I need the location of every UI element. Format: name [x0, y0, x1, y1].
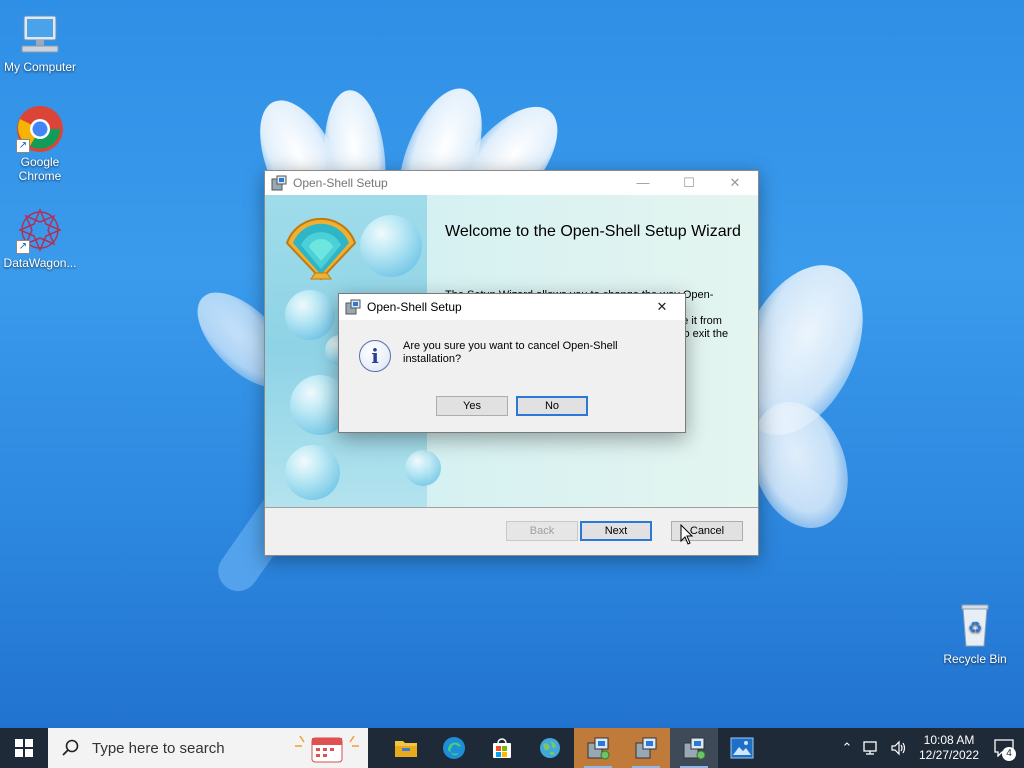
maximize-button[interactable]: ☐ — [666, 171, 712, 195]
taskbar-setup-instance-3[interactable] — [670, 728, 718, 768]
computer-icon — [16, 10, 64, 58]
taskbar-setup-instance-1[interactable] — [574, 728, 622, 768]
taskbar-edge[interactable] — [430, 728, 478, 768]
taskbar-setup-instance-2[interactable] — [622, 728, 670, 768]
mouse-cursor-icon — [680, 524, 694, 545]
photos-icon — [730, 737, 754, 759]
taskbar-globe-app[interactable] — [526, 728, 574, 768]
bubble-graphic — [360, 215, 422, 277]
search-icon — [62, 739, 79, 756]
desktop-icon-datawagon[interactable]: ↗ DataWagon... — [0, 206, 80, 270]
footer-separator — [265, 507, 758, 508]
windows-logo-icon — [15, 739, 33, 757]
calendar-highlight-icon — [295, 735, 359, 763]
dialog-message: Are you sure you want to cancel Open-She… — [403, 340, 618, 365]
volume-icon[interactable] — [890, 740, 908, 756]
taskbar-photos[interactable] — [718, 728, 766, 768]
desktop-icon-label: My Computer — [3, 60, 77, 74]
taskbar: Type here to search ⌃ 10:08 AM 12/27/202… — [0, 728, 1024, 768]
desktop-icon-label: Recycle Bin — [943, 652, 1007, 666]
installer-icon — [345, 299, 361, 315]
bubble-graphic — [285, 290, 335, 340]
dialog-title: Open-Shell Setup — [367, 300, 462, 314]
clock-time: 10:08 AM — [923, 733, 975, 747]
next-button[interactable]: Next — [580, 521, 652, 541]
taskbar-file-explorer[interactable] — [382, 728, 430, 768]
installer-icon — [635, 737, 657, 759]
folder-icon — [395, 741, 417, 757]
dialog-titlebar[interactable]: Open-Shell Setup ✕ — [339, 294, 685, 320]
svg-text:♻: ♻ — [968, 618, 982, 637]
no-button[interactable]: No — [516, 396, 588, 416]
network-icon[interactable] — [862, 740, 880, 756]
installer-icon — [683, 737, 706, 760]
globe-icon — [540, 738, 560, 758]
start-button[interactable] — [0, 728, 48, 768]
datawagon-icon: ↗ — [16, 206, 64, 254]
desktop-icon-label: Google Chrome — [18, 155, 62, 183]
chrome-icon: ↗ — [16, 105, 64, 153]
taskbar-search-box[interactable]: Type here to search — [48, 728, 368, 768]
edge-icon — [443, 737, 465, 759]
yes-button[interactable]: Yes — [436, 396, 508, 416]
setup-window-title: Open-Shell Setup — [293, 176, 388, 190]
store-icon — [493, 738, 511, 758]
back-button[interactable]: Back — [506, 521, 578, 541]
installer-icon — [587, 737, 610, 760]
installer-icon — [271, 175, 287, 191]
desktop-icon-label: DataWagon... — [3, 256, 77, 270]
shortcut-arrow-icon: ↗ — [16, 240, 30, 254]
dialog-close-button[interactable]: ✕ — [639, 295, 685, 319]
recycle-bin-icon: ♻ — [951, 602, 999, 650]
setup-window-titlebar[interactable]: Open-Shell Setup — ☐ ✕ — [265, 171, 758, 195]
close-button[interactable]: ✕ — [712, 171, 758, 195]
dialog-body: i Are you sure you want to cancel Open-S… — [339, 320, 685, 432]
minimize-button[interactable]: — — [620, 171, 666, 195]
desktop-icon-recycle-bin[interactable]: ♻ Recycle Bin — [935, 602, 1015, 666]
desktop-icon-google-chrome[interactable]: ↗ Google Chrome — [0, 105, 80, 183]
desktop-icon-my-computer[interactable]: My Computer — [0, 10, 80, 74]
clock-date: 12/27/2022 — [918, 748, 980, 762]
open-shell-logo-icon — [285, 217, 357, 281]
system-tray: ⌃ 10:08 AM 12/27/2022 4 — [836, 728, 1024, 768]
wizard-heading: Welcome to the Open-Shell Setup Wizard — [445, 223, 741, 240]
chevron-up-icon[interactable]: ⌃ — [836, 740, 858, 756]
system-clock[interactable]: 10:08 AM 12/27/2022 — [914, 733, 984, 763]
bubble-graphic — [285, 445, 340, 500]
bubble-graphic — [405, 450, 441, 486]
search-placeholder: Type here to search — [92, 739, 225, 757]
information-icon: i — [359, 340, 391, 372]
cancel-confirm-dialog: Open-Shell Setup ✕ i Are you sure you wa… — [338, 293, 686, 433]
notification-badge: 4 — [1002, 747, 1016, 761]
taskbar-store[interactable] — [478, 728, 526, 768]
action-center-button[interactable]: 4 — [984, 728, 1024, 768]
shortcut-arrow-icon: ↗ — [16, 139, 30, 153]
